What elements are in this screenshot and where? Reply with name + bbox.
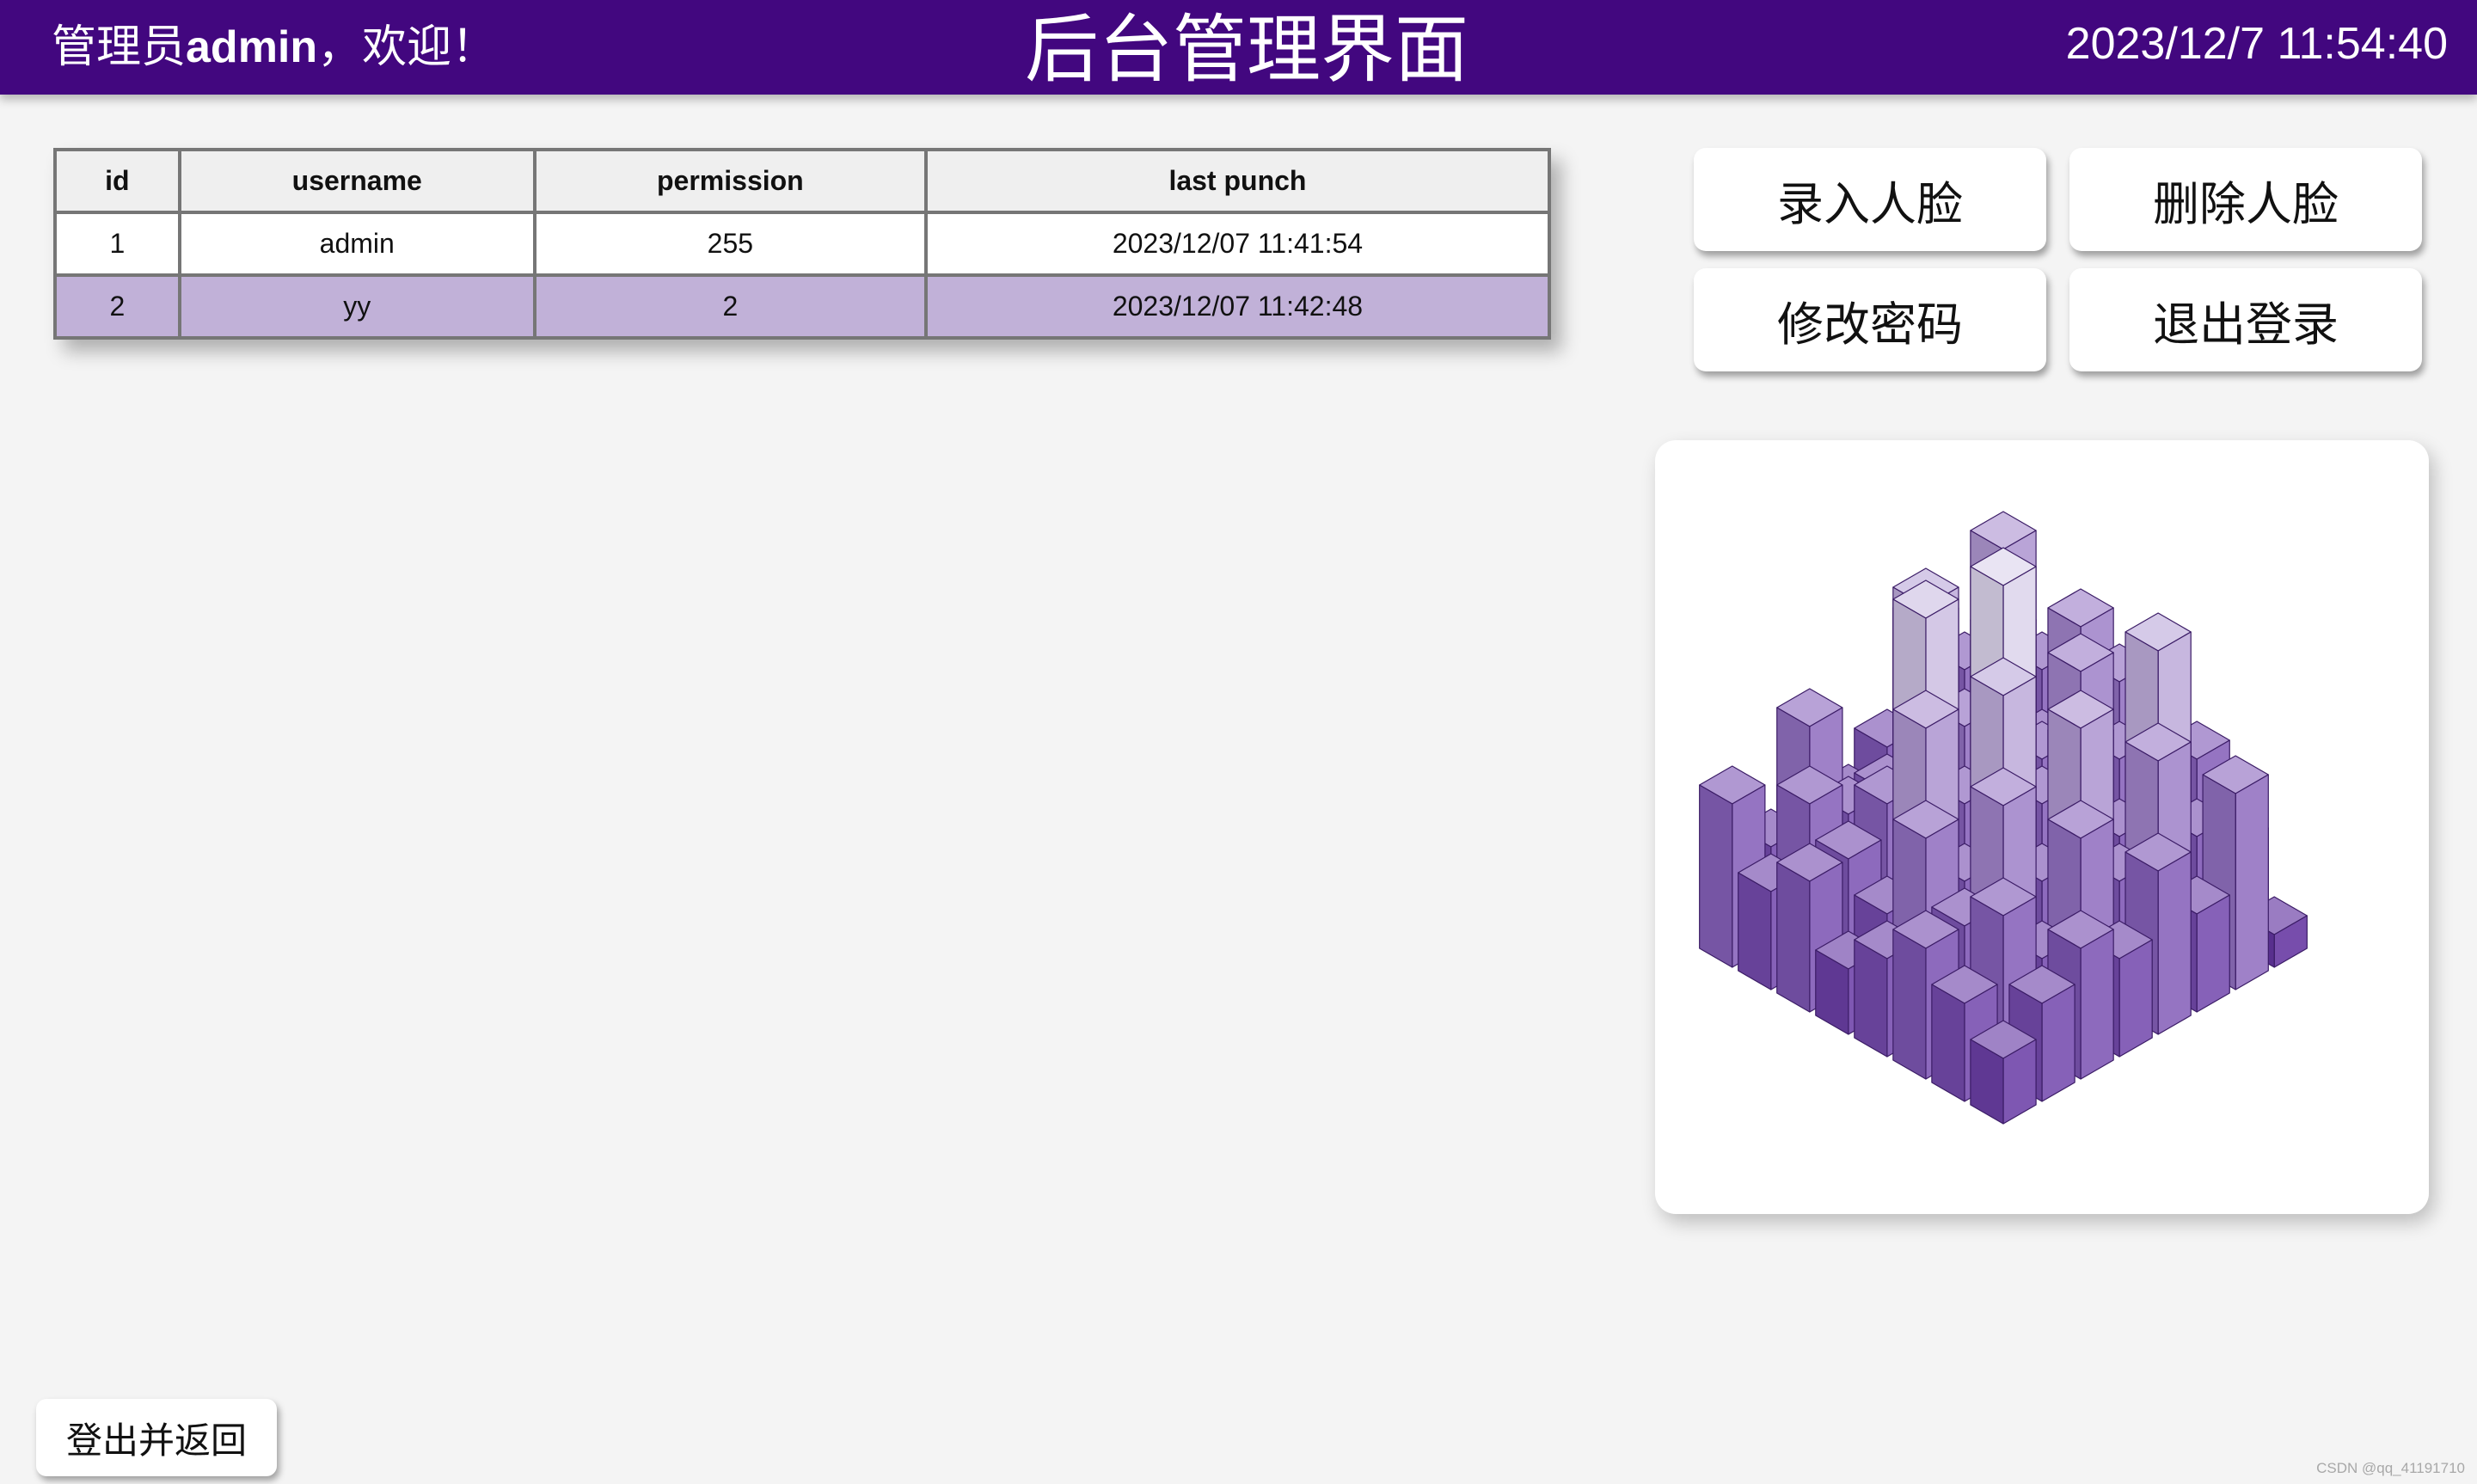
cell-last-punch: 2023/12/07 11:42:48 xyxy=(923,273,1552,340)
cell-permission: 255 xyxy=(532,211,928,277)
enroll-face-button[interactable]: 录入人脸 xyxy=(1694,148,2046,251)
cell-id: 2 xyxy=(53,273,181,340)
cell-username: yy xyxy=(177,273,536,340)
table-row[interactable]: 1 admin 255 2023/12/07 11:41:54 xyxy=(53,211,1552,277)
cell-permission: 2 xyxy=(532,273,928,340)
welcome-message: 管理员admin，欢迎！ xyxy=(52,19,496,76)
column-header-last-punch[interactable]: last punch xyxy=(923,148,1552,214)
change-password-button[interactable]: 修改密码 xyxy=(1694,268,2046,371)
current-username: admin xyxy=(186,22,318,72)
column-header-id[interactable]: id xyxy=(53,148,181,214)
greeting-suffix: ，欢迎！ xyxy=(317,22,497,72)
cell-id: 1 xyxy=(53,211,181,277)
watermark-text: CSDN @qq_41191710 xyxy=(2316,1460,2465,1476)
logout-and-return-button[interactable]: 登出并返回 xyxy=(36,1399,277,1476)
decorative-image-card xyxy=(1655,440,2429,1214)
isometric-3d-bar-chart-icon xyxy=(1699,511,2308,1125)
table-header-row: id username permission last punch xyxy=(53,148,1552,214)
page-title: 后台管理界面 xyxy=(1025,9,1468,91)
datetime-display: 2023/12/7 11:54:40 xyxy=(2065,19,2448,69)
cell-username: admin xyxy=(177,211,536,277)
table-row[interactable]: 2 yy 2 2023/12/07 11:42:48 xyxy=(53,273,1552,340)
delete-face-button[interactable]: 删除人脸 xyxy=(2069,148,2422,251)
logout-button[interactable]: 退出登录 xyxy=(2069,268,2422,371)
greeting-prefix: 管理员 xyxy=(52,22,187,72)
column-header-permission[interactable]: permission xyxy=(532,148,928,214)
cell-last-punch: 2023/12/07 11:41:54 xyxy=(923,211,1552,277)
column-header-username[interactable]: username xyxy=(177,148,536,214)
user-table: id username permission last punch 1 admi… xyxy=(53,148,1552,340)
top-bar: 管理员admin，欢迎！ 后台管理界面 2023/12/7 11:54:40 xyxy=(0,0,2477,95)
